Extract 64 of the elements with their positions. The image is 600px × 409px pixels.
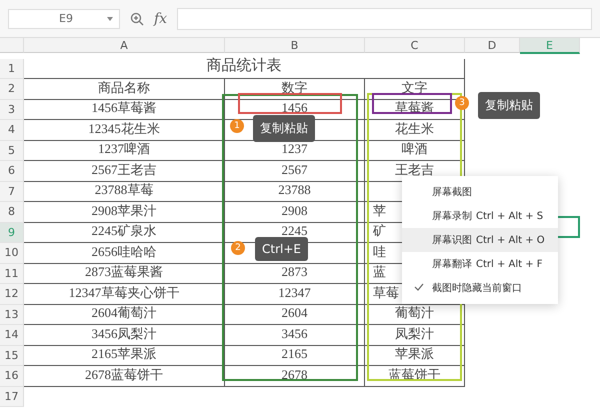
row-number[interactable]: 6 [0, 161, 24, 182]
column-header[interactable]: C [365, 38, 465, 53]
column-header[interactable]: D [465, 38, 520, 53]
table-cell: 2165 [225, 346, 365, 366]
row-number[interactable]: 16 [0, 366, 24, 386]
table-cell: 2678蓝莓饼干 [24, 366, 225, 386]
function-button[interactable]: fx [154, 10, 168, 26]
column-heading: 商品名称 [24, 79, 225, 100]
table-cell: 2656哇哈哈 [24, 243, 225, 264]
table-cell: 2908 [225, 202, 365, 222]
row-number[interactable]: 3 [0, 100, 24, 120]
table-cell: 3456凤梨汁 [24, 325, 225, 346]
caret-icon[interactable] [107, 16, 113, 20]
table-cell: 2873 [225, 264, 365, 284]
zoom-icon[interactable] [130, 12, 144, 26]
step-badge: 3 [455, 96, 469, 110]
table-cell: 2245矿泉水 [24, 222, 225, 243]
table-cell: 2165苹果派 [24, 346, 225, 366]
row-number[interactable]: 5 [0, 140, 24, 161]
tooltip: 复制粘贴 [478, 92, 540, 119]
row-number[interactable]: 15 [0, 346, 24, 366]
table-cell: 12347 [225, 284, 365, 304]
table-cell: 3456 [225, 325, 365, 346]
menu-item[interactable]: 屏幕截图 [402, 180, 558, 204]
name-box[interactable]: E9 [8, 8, 120, 28]
tooltip: Ctrl+E [255, 237, 308, 261]
check-icon [414, 283, 424, 291]
table-cell: 2604 [225, 304, 365, 325]
table-cell: 2604葡萄汁 [24, 304, 225, 325]
row-number[interactable]: 17 [0, 386, 24, 407]
table-cell: 23788草莓 [24, 182, 225, 202]
row-number[interactable]: 11 [0, 264, 24, 284]
row-number[interactable]: 4 [0, 120, 24, 140]
column-header[interactable]: B [225, 38, 365, 53]
table-cell: 23788 [225, 182, 365, 202]
step-badge: 1 [230, 119, 244, 133]
row-number[interactable]: 14 [0, 325, 24, 346]
table-cell: 啤酒 [365, 140, 465, 161]
step-badge: 2 [231, 241, 245, 255]
row-number[interactable]: 8 [0, 202, 24, 222]
table-cell: 12347草莓夹心饼干 [24, 284, 225, 304]
column-header[interactable]: A [24, 38, 225, 53]
row-number[interactable]: 10 [0, 243, 24, 264]
table-cell: 2678 [225, 366, 365, 386]
row-number[interactable]: 12 [0, 284, 24, 304]
table-cell: 苹果派 [365, 346, 465, 366]
table-cell: 1456草莓酱 [24, 100, 225, 120]
table-cell: 2908苹果汁 [24, 202, 225, 222]
table-cell: 花生米 [365, 120, 465, 140]
table-cell: 1237啤酒 [24, 140, 225, 161]
tooltip: 复制粘贴 [253, 115, 315, 142]
row-number[interactable]: 7 [0, 182, 24, 202]
column-heading: 数字 [225, 79, 365, 100]
table-cell: 12345花生米 [24, 120, 225, 140]
row-number[interactable]: 13 [0, 304, 24, 325]
menu-item[interactable]: 屏幕识图 Ctrl + Alt + O [402, 228, 558, 252]
table-cell: 2567王老吉 [24, 161, 225, 182]
table-cell: 2567 [225, 161, 365, 182]
table-title: 商品统计表 [24, 58, 465, 79]
table-cell: 凤梨汁 [365, 325, 465, 346]
row-number[interactable]: 1 [0, 58, 24, 79]
table-cell: 2873蓝莓果酱 [24, 264, 225, 284]
row-number[interactable]: 2 [0, 79, 24, 100]
formula-field[interactable] [177, 8, 592, 30]
